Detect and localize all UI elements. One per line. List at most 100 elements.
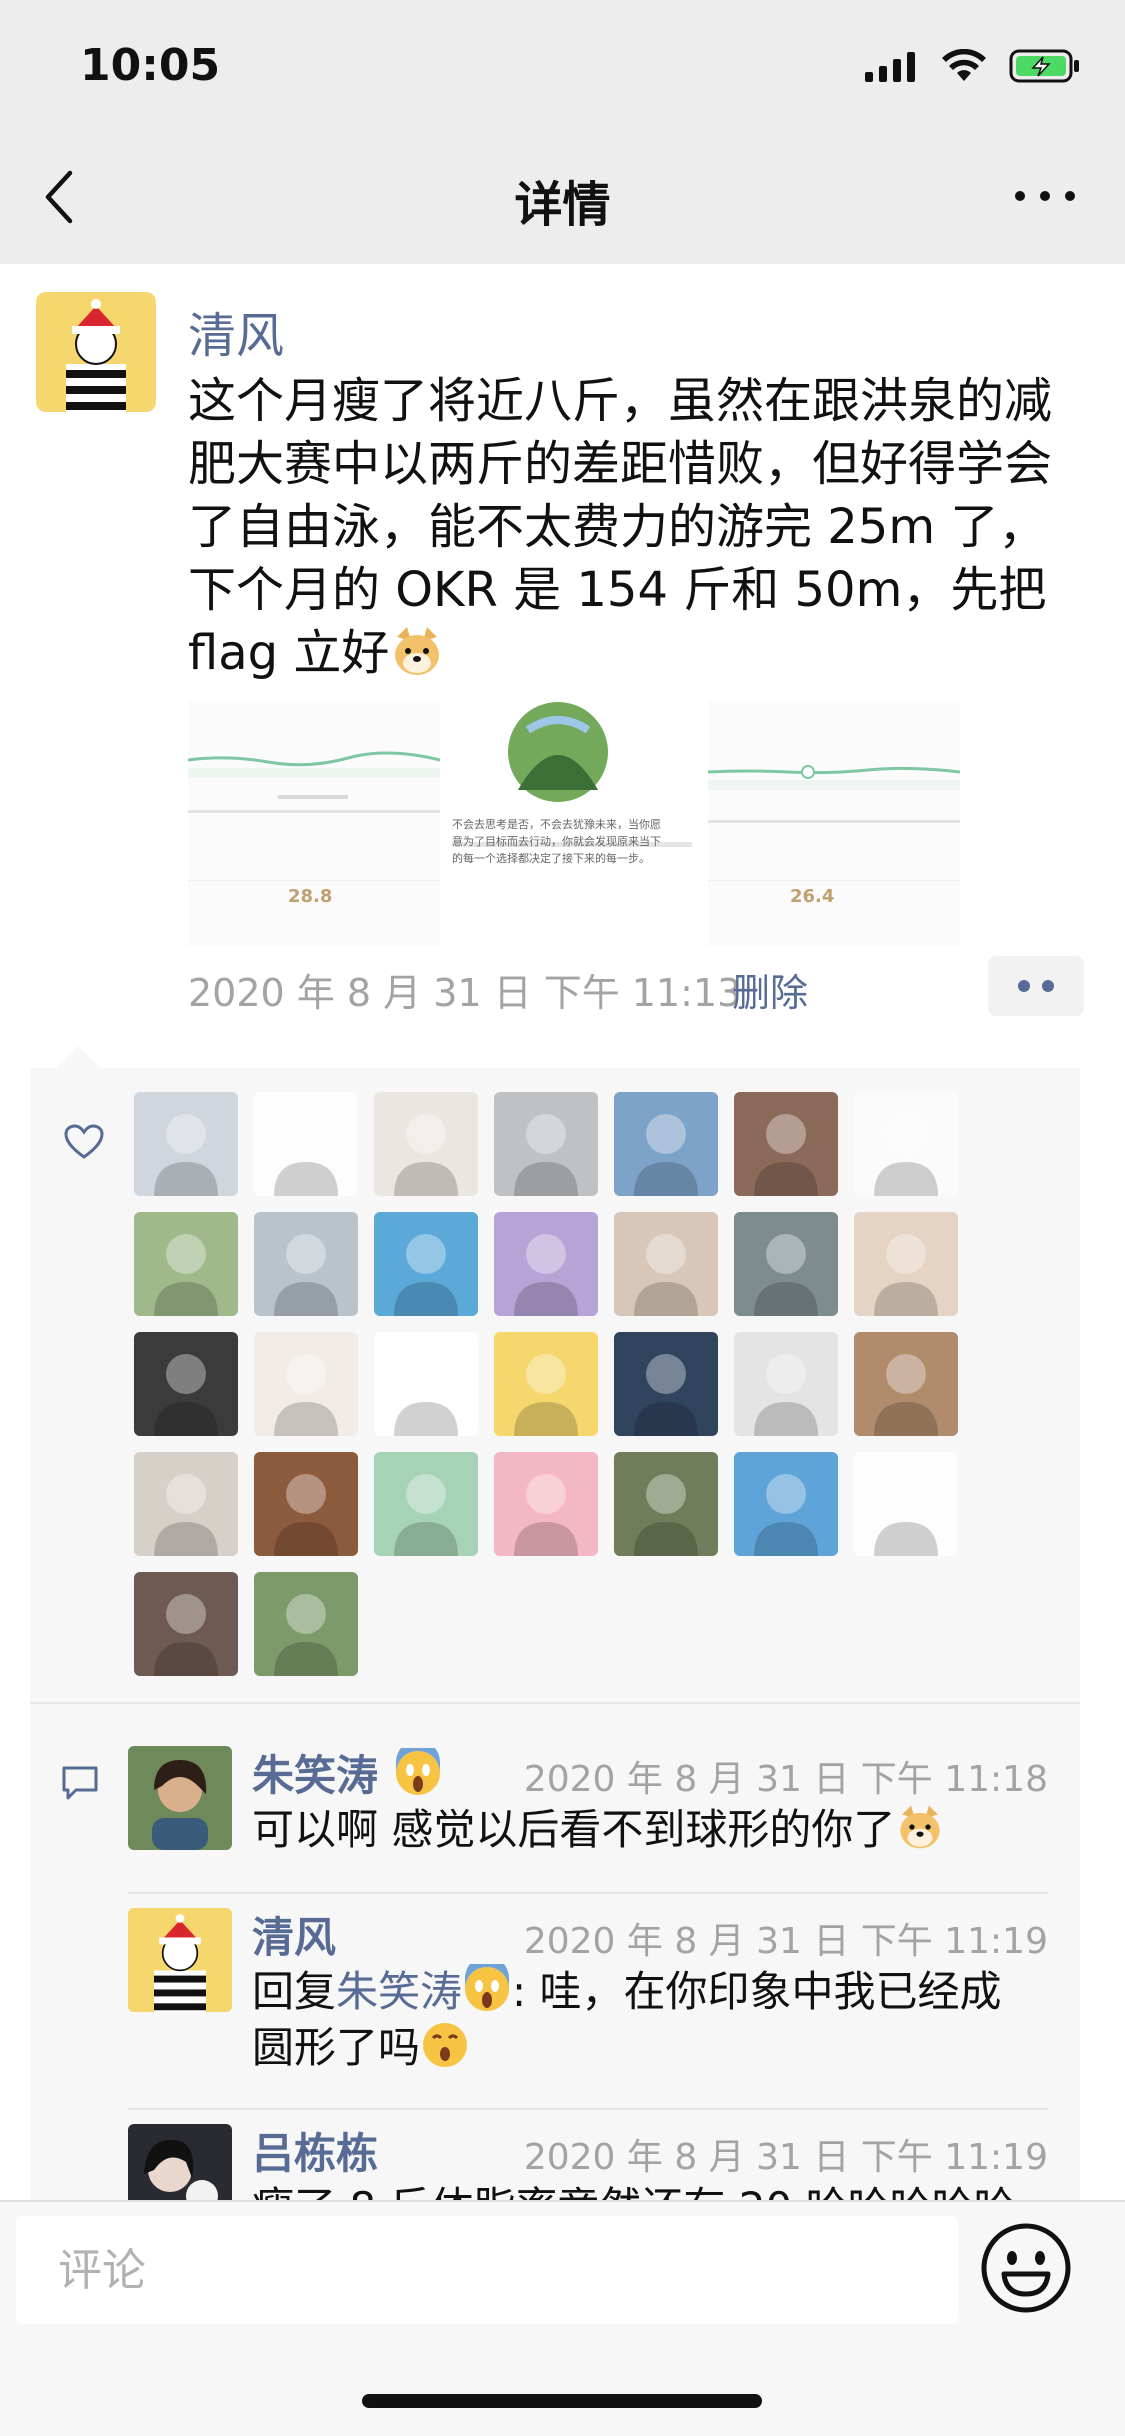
avatar-silhouette-icon [634, 1354, 698, 1436]
like-avatar-cat-tongue[interactable] [854, 1332, 958, 1436]
doge-emoji-icon [395, 627, 440, 675]
delete-link[interactable]: 删除 [732, 962, 808, 1017]
like-avatar-man-glasses[interactable] [134, 1092, 238, 1196]
avatar-silhouette-icon [274, 1234, 338, 1316]
avatar-silhouette-icon [874, 1114, 938, 1196]
comment-text: 回复朱笑涛 : 哇，在你印象中我已经成圆形了吗 [252, 1964, 1042, 2076]
avatar-silhouette-icon [514, 1234, 578, 1316]
avatar-silhouette-icon [274, 1354, 338, 1436]
more-button[interactable] [1015, 176, 1075, 216]
like-avatar-cat-hood[interactable] [134, 1332, 238, 1436]
like-avatar-paisley[interactable] [254, 1332, 358, 1436]
commenter-name[interactable]: 清风 [252, 1904, 336, 1965]
avatar-silhouette-icon [514, 1354, 578, 1436]
like-avatar-baby[interactable] [854, 1212, 958, 1316]
post-image-3[interactable]: 26.4 [708, 700, 960, 946]
heart-icon [64, 1124, 104, 1159]
like-avatar-couple[interactable] [734, 1092, 838, 1196]
signal-icon [865, 52, 915, 82]
like-avatar-screen[interactable] [614, 1332, 718, 1436]
avatar-silhouette-icon [874, 1354, 938, 1436]
avatar-silhouette-icon [154, 1594, 218, 1676]
post-text: 这个月瘦了将近八斤，虽然在跟洪泉的减肥大赛中以两斤的差距惜败，但好得学会了自由泳… [188, 370, 1088, 685]
like-avatar-hot-spring[interactable] [374, 1212, 478, 1316]
wifi-icon [942, 49, 986, 81]
panel-caret [54, 1046, 102, 1070]
comment-item[interactable]: 清风 2020 年 8 月 31 日 下午 11:19 回复朱笑涛 : 哇，在你… [128, 1908, 1048, 2088]
comment-input[interactable] [16, 2216, 958, 2324]
avatar-silhouette-icon [514, 1474, 578, 1556]
like-avatar-boy-stripes[interactable] [734, 1332, 838, 1436]
like-avatar-pig[interactable] [374, 1332, 478, 1436]
avatar-silhouette-icon [634, 1474, 698, 1556]
avatar-silhouette-icon [634, 1114, 698, 1196]
avatar-silhouette-icon [394, 1474, 458, 1556]
post-image-2[interactable]: 不会去思考是否，不会去犹豫未来，当你愿意为了目标而去行动，你就会发现原来当下的每… [448, 700, 700, 946]
weight-chart-thumbnail-icon [188, 700, 440, 946]
commenter-name[interactable]: 朱笑涛 [252, 1742, 443, 1803]
like-avatar-trees[interactable] [254, 1572, 358, 1676]
comment-time: 2020 年 8 月 31 日 下午 11:19 [523, 1921, 1048, 1962]
like-avatar-sheep[interactable] [134, 1212, 238, 1316]
like-avatar-city-man[interactable] [254, 1212, 358, 1316]
comment-text: 可以啊 感觉以后看不到球形的你了 [252, 1802, 1042, 1858]
avatar-silhouette-icon [274, 1474, 338, 1556]
top-bar: 10:05 详情 [0, 0, 1125, 264]
avatar-silhouette-icon [754, 1354, 818, 1436]
avatar-silhouette-icon [634, 1234, 698, 1316]
home-indicator[interactable] [362, 2394, 762, 2408]
like-avatar-santa-stripes[interactable] [494, 1332, 598, 1436]
like-avatar-lake[interactable] [614, 1092, 718, 1196]
comment-time: 2020 年 8 月 31 日 下午 11:19 [523, 2137, 1048, 2178]
avatar-silhouette-icon [154, 1234, 218, 1316]
comment-item[interactable]: 朱笑涛 2020 年 8 月 31 日 下午 11:18 可以啊 感觉以后看不到… [128, 1746, 1048, 1856]
avatar-silhouette-icon [394, 1234, 458, 1316]
like-avatar-building[interactable] [494, 1092, 598, 1196]
commenter-avatar[interactable] [128, 1908, 232, 2012]
like-avatar-castle[interactable] [734, 1212, 838, 1316]
commenter-name-text[interactable]: 朱笑涛 [252, 1751, 378, 1800]
like-avatar-idol[interactable] [734, 1452, 838, 1556]
battery-icon [1009, 49, 1079, 83]
like-avatar-cartoon-boy[interactable] [254, 1452, 358, 1556]
like-avatar-doodle-girl[interactable] [854, 1092, 958, 1196]
weight-chart-thumbnail-icon [708, 700, 960, 946]
like-avatar-grid [134, 1092, 1034, 1676]
like-avatar-presenter[interactable] [134, 1572, 238, 1676]
post-text-content: 这个月瘦了将近八斤，虽然在跟洪泉的减肥大赛中以两斤的差距惜败，但好得学会了自由泳… [188, 373, 1053, 681]
more-dot [1065, 191, 1075, 201]
post-author-name[interactable]: 清风 [188, 296, 284, 366]
commenter-avatar[interactable] [128, 1746, 232, 1850]
commenter-name[interactable]: 吕栋栋 [252, 2120, 378, 2181]
like-avatar-umbrella[interactable] [254, 1092, 358, 1196]
like-avatar-poodle[interactable] [374, 1092, 478, 1196]
post-image-1-value: 28.8 [288, 886, 333, 907]
likes-comments-divider [30, 1702, 1080, 1704]
like-avatar-child[interactable] [614, 1212, 718, 1316]
like-avatar-anime-girl[interactable] [494, 1212, 598, 1316]
avatar-silhouette-icon [394, 1114, 458, 1196]
avatar-silhouette-icon [874, 1474, 938, 1556]
woman-portrait-avatar-icon [128, 1746, 232, 1850]
comment-text-content: 可以啊 感觉以后看不到球形的你了 [252, 1805, 896, 1854]
doge-emoji-icon [900, 1805, 941, 1849]
reply-to-name[interactable]: 朱笑涛 [336, 1967, 462, 2016]
emoji-button-icon[interactable] [980, 2222, 1072, 2314]
comment-time: 2020 年 8 月 31 日 下午 11:18 [523, 1759, 1048, 1800]
moments-detail-screen: 10:05 详情 清风 这个月瘦了将近八斤，虽然在跟洪泉的减肥大赛中以两斤的差距… [0, 0, 1125, 2436]
reply-prefix: 回复 [252, 1967, 337, 2016]
avatar-silhouette-icon [874, 1234, 938, 1316]
scream-emoji-icon [465, 1964, 510, 2011]
like-avatar-portrait[interactable] [134, 1452, 238, 1556]
post-author-avatar[interactable] [36, 292, 156, 412]
like-avatar-white-blob[interactable] [494, 1452, 598, 1556]
post-image-1[interactable]: 28.8 [188, 700, 440, 946]
like-comment-action-button[interactable] [988, 956, 1084, 1016]
comment-separator [128, 1892, 1048, 1894]
like-avatar-sunflower[interactable] [374, 1452, 478, 1556]
comment-separator [128, 2108, 1048, 2110]
like-avatar-sketch[interactable] [854, 1452, 958, 1556]
like-avatar-road-sign[interactable] [614, 1452, 718, 1556]
avatar-silhouette-icon [514, 1114, 578, 1196]
more-dot [1040, 191, 1050, 201]
